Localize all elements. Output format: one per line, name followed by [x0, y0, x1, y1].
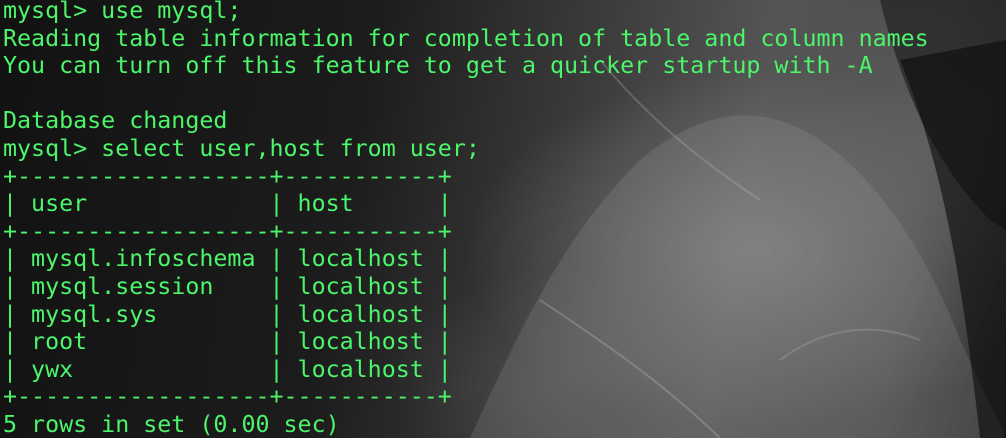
terminal-output: mysql> use mysql; Reading table informati… [3, 0, 929, 438]
output-line: You can turn off this feature to get a q… [3, 52, 873, 80]
table-row: | root | localhost | [3, 328, 452, 356]
table-row: | mysql.infoschema | localhost | [3, 245, 452, 273]
table-header-row: | user | host | [3, 190, 452, 218]
terminal-window[interactable]: mysql> use mysql; Reading table informati… [0, 0, 1006, 438]
output-line: Reading table information for completion… [3, 24, 929, 52]
table-row: | mysql.sys | localhost | [3, 300, 452, 328]
table-row: | mysql.session | localhost | [3, 272, 452, 300]
table-border: +------------------+-----------+ [3, 383, 452, 411]
command-line: mysql> select user,host from user; [3, 134, 480, 162]
output-line: Database changed [3, 107, 228, 135]
result-summary: 5 rows in set (0.00 sec) [3, 410, 340, 438]
table-row: | ywx | localhost | [3, 355, 452, 383]
table-border: +------------------+-----------+ [3, 162, 452, 190]
table-border: +------------------+-----------+ [3, 217, 452, 245]
command-line: mysql> use mysql; [3, 0, 242, 24]
